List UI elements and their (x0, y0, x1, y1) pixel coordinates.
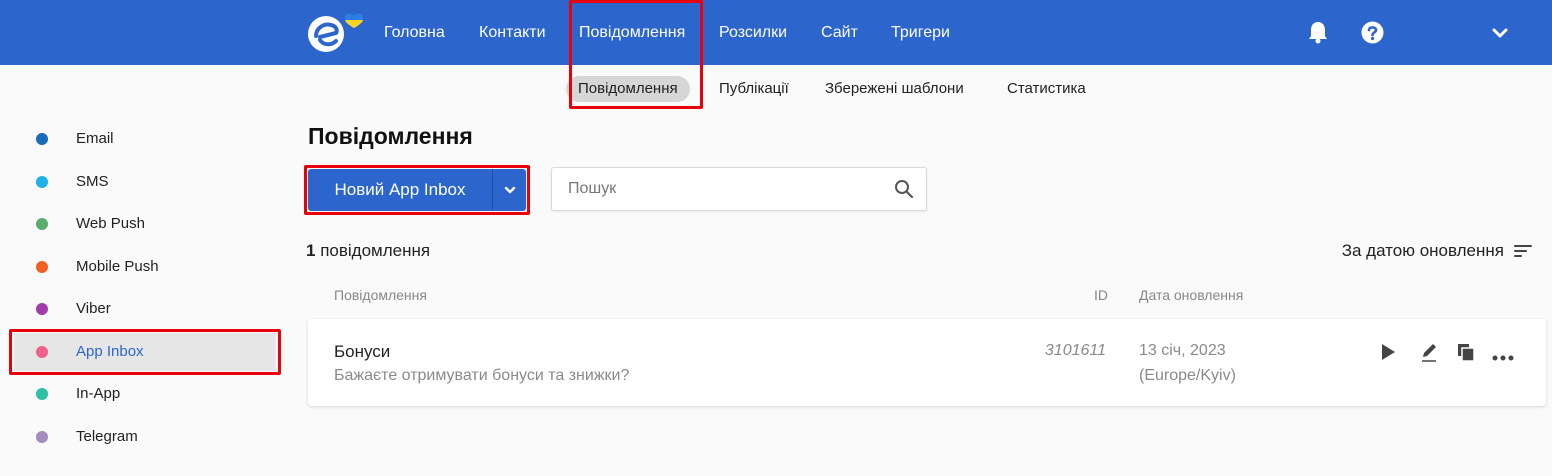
sidebar-item-viber[interactable]: Viber (14, 290, 276, 328)
bell-icon[interactable] (1307, 20, 1329, 49)
email-dot-icon (36, 133, 48, 145)
sidebar-item-label: Web Push (76, 215, 145, 232)
subnav-statistics[interactable]: Статистика (1007, 76, 1086, 102)
sort-label: За датою оновлення (1341, 241, 1504, 260)
sidebar-item-in-app[interactable]: In-App (14, 375, 276, 413)
in-app-dot-icon (36, 388, 48, 400)
app-inbox-dot-icon (36, 346, 48, 358)
sidebar-item-label: Mobile Push (76, 258, 159, 275)
nav-messages[interactable]: Повідомлення (579, 0, 685, 65)
edit-icon[interactable] (1420, 342, 1438, 367)
new-message-dropdown-button[interactable] (493, 169, 526, 211)
sidebar-item-mobile-push[interactable]: Mobile Push (14, 248, 276, 286)
message-date: 13 січ, 2023 (1139, 342, 1226, 359)
web-push-dot-icon (36, 218, 48, 230)
telegram-dot-icon (36, 431, 48, 443)
top-navigation-bar: Головна Контакти Повідомлення Розсилки С… (0, 0, 1552, 65)
chevron-down-icon[interactable] (1492, 26, 1508, 44)
column-header-date[interactable]: Дата оновлення (1139, 287, 1243, 303)
nav-contacts[interactable]: Контакти (479, 0, 546, 65)
search-box (551, 167, 927, 211)
sidebar-item-label: SMS (76, 173, 109, 190)
nav-site[interactable]: Сайт (821, 0, 858, 65)
sidebar-item-label: In-App (76, 385, 121, 402)
new-app-inbox-button-group: Новий App Inbox (308, 169, 526, 211)
message-id: 3101611 (1044, 342, 1106, 359)
subnav-saved-templates[interactable]: Збережені шаблони (825, 76, 964, 102)
search-icon[interactable] (894, 179, 914, 204)
message-timezone: (Europe/Kyiv) (1139, 367, 1236, 384)
logo-icon[interactable] (306, 12, 366, 56)
chevron-down-icon (504, 186, 515, 193)
viber-dot-icon (36, 303, 48, 315)
more-icon[interactable] (1492, 348, 1514, 366)
sidebar-item-sms[interactable]: SMS (14, 163, 276, 201)
sidebar-item-label: Email (76, 130, 114, 147)
sort-icon (1514, 245, 1532, 257)
nav-triggers[interactable]: Тригери (891, 0, 950, 65)
subnav-publications[interactable]: Публікації (719, 76, 789, 102)
sms-dot-icon (36, 176, 48, 188)
table-row[interactable]: Бонуси Бажаєте отримувати бонуси та зниж… (308, 319, 1546, 406)
message-count: 1 повідомлення (306, 241, 430, 261)
column-header-message[interactable]: Повідомлення (334, 287, 427, 303)
nav-home[interactable]: Головна (384, 0, 445, 65)
message-count-number: 1 (306, 241, 316, 260)
sidebar-item-telegram[interactable]: Telegram (14, 418, 276, 456)
mobile-push-dot-icon (36, 261, 48, 273)
new-app-inbox-button[interactable]: Новий App Inbox (308, 169, 492, 211)
sort-control[interactable]: За датою оновлення (1342, 241, 1532, 261)
message-count-label: повідомлення (320, 241, 431, 260)
message-name[interactable]: Бонуси (334, 342, 390, 362)
sidebar-item-web-push[interactable]: Web Push (14, 205, 276, 243)
copy-icon[interactable] (1456, 342, 1476, 367)
subnav-messages[interactable]: Повідомлення (566, 76, 690, 102)
sidebar-item-label: Telegram (76, 428, 138, 445)
page-title: Повідомлення (308, 123, 473, 149)
sidebar-item-label: App Inbox (76, 343, 144, 360)
play-icon[interactable] (1380, 343, 1396, 366)
sidebar-item-email[interactable]: Email (14, 120, 276, 158)
nav-campaigns[interactable]: Розсилки (719, 0, 787, 65)
help-icon[interactable] (1361, 21, 1384, 49)
message-description: Бажаєте отримувати бонуси та знижки? (334, 367, 630, 384)
column-header-id[interactable]: ID (1094, 287, 1108, 303)
sidebar-item-label: Viber (76, 300, 111, 317)
sidebar-item-app-inbox[interactable]: App Inbox (14, 333, 276, 371)
search-input[interactable] (552, 168, 882, 210)
